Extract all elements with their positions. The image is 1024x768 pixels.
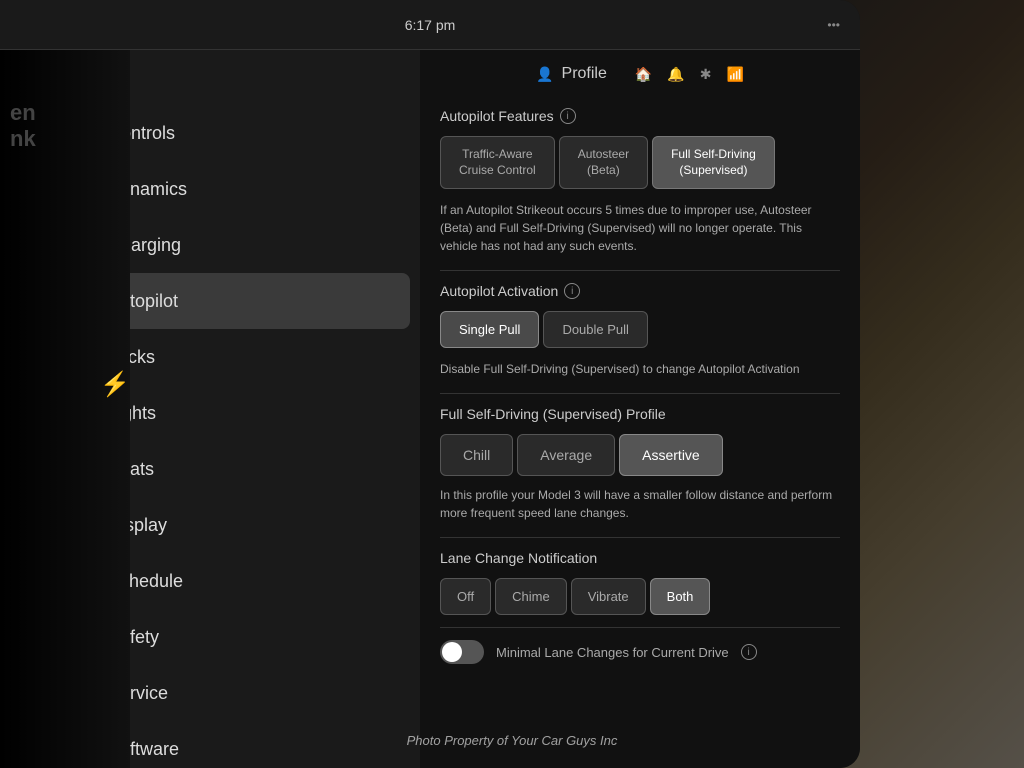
profile-icon: 👤 (536, 66, 553, 83)
home-icon: 🏠 (635, 66, 652, 83)
autopilot-features-label: Autopilot Features (440, 108, 554, 124)
minimal-lane-row: Minimal Lane Changes for Current Drive i (440, 640, 840, 664)
main-screen: 6:17 pm ••• ennk ⚡ 🔍 Search Settings ⚙ C… (0, 0, 860, 768)
lane-chime-button[interactable]: Chime (495, 578, 567, 615)
chill-button[interactable]: Chill (440, 434, 513, 476)
lane-vibrate-button[interactable]: Vibrate (571, 578, 646, 615)
top-bar: 6:17 pm ••• (0, 0, 860, 50)
single-pull-button[interactable]: Single Pull (440, 311, 539, 348)
divider-2 (440, 393, 840, 394)
charging-indicator-icon: ⚡ (100, 370, 130, 399)
assertive-button[interactable]: Assertive (619, 434, 723, 476)
activation-title: Autopilot Activation i (440, 283, 840, 299)
minimal-lane-label: Minimal Lane Changes for Current Drive (496, 645, 729, 660)
divider-3 (440, 537, 840, 538)
signal-status-icon: 📶 (726, 66, 743, 83)
main-content: 👤 Profile 🏠 🔔 ✱ 📶 Autopilot Features i T… (420, 50, 860, 768)
lane-both-button[interactable]: Both (650, 578, 711, 615)
autopilot-features-info-icon[interactable]: i (560, 108, 576, 124)
lane-change-buttons: Off Chime Vibrate Both (440, 578, 840, 615)
activation-info-icon[interactable]: i (564, 283, 580, 299)
tacc-button[interactable]: Traffic-AwareCruise Control (440, 136, 555, 189)
header-status-icons: 🏠 🔔 ✱ 📶 (635, 66, 744, 83)
fsd-button[interactable]: Full Self-Driving(Supervised) (652, 136, 775, 189)
activation-buttons: Single Pull Double Pull (440, 311, 840, 348)
profile-label: Profile (562, 65, 607, 83)
watermark: Photo Property of Your Car Guys Inc (0, 733, 1024, 748)
double-pull-button[interactable]: Double Pull (543, 311, 648, 348)
signal-icon: ••• (827, 18, 840, 32)
profile-header: 👤 Profile 🏠 🔔 ✱ 📶 (440, 65, 840, 93)
minimal-lane-toggle[interactable] (440, 640, 484, 664)
bluetooth-icon: ✱ (700, 66, 712, 83)
fsd-profile-buttons: Chill Average Assertive (440, 434, 840, 476)
profile-description: In this profile your Model 3 will have a… (440, 486, 840, 522)
disable-fsd-notice: Disable Full Self-Driving (Supervised) t… (440, 360, 840, 378)
fsd-profile-label: Full Self-Driving (Supervised) Profile (440, 406, 666, 422)
autopilot-features-buttons: Traffic-AwareCruise Control Autosteer(Be… (440, 136, 840, 189)
lane-change-title: Lane Change Notification (440, 550, 840, 566)
lane-off-button[interactable]: Off (440, 578, 491, 615)
lane-change-label: Lane Change Notification (440, 550, 597, 566)
strikeout-notice: If an Autopilot Strikeout occurs 5 times… (440, 201, 840, 255)
autopilot-features-title: Autopilot Features i (440, 108, 840, 124)
autosteer-button[interactable]: Autosteer(Beta) (559, 136, 648, 189)
divider-1 (440, 270, 840, 271)
time-display: 6:17 pm (405, 17, 456, 33)
divider-4 (440, 627, 840, 628)
activation-label: Autopilot Activation (440, 283, 558, 299)
status-icons: ••• (827, 18, 840, 32)
left-text: ennk (10, 100, 36, 152)
bell-icon: 🔔 (667, 66, 684, 83)
minimal-lane-info-icon[interactable]: i (741, 644, 757, 660)
fsd-profile-title: Full Self-Driving (Supervised) Profile (440, 406, 840, 422)
average-button[interactable]: Average (517, 434, 615, 476)
